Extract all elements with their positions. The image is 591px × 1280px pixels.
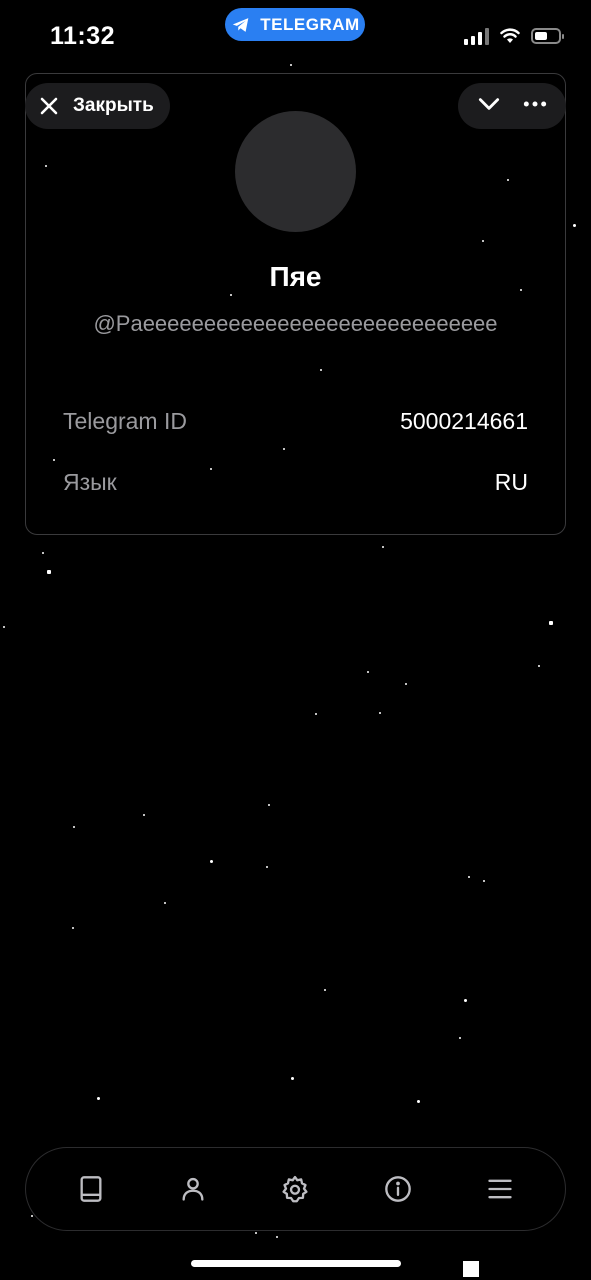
tab-settings[interactable] <box>270 1164 320 1214</box>
book-icon <box>80 1176 102 1202</box>
star <box>47 570 51 574</box>
more-button[interactable] <box>522 91 548 122</box>
close-button[interactable]: Закрыть <box>25 83 170 129</box>
wifi-icon <box>500 28 520 43</box>
star <box>483 880 485 882</box>
avatar <box>235 111 356 232</box>
star <box>464 999 467 1002</box>
star <box>549 621 553 625</box>
info-row-language: Язык RU <box>63 469 528 496</box>
telegram-pill-label: TELEGRAM <box>260 14 360 34</box>
close-button-label: Закрыть <box>73 95 154 116</box>
star <box>72 927 74 929</box>
star <box>291 1077 294 1080</box>
star <box>417 1100 420 1103</box>
star <box>42 552 44 554</box>
info-value: 5000214661 <box>400 408 528 434</box>
bottom-tab-bar <box>25 1147 566 1231</box>
star <box>379 712 381 714</box>
star <box>210 860 213 863</box>
star <box>538 665 540 667</box>
star <box>73 826 75 828</box>
star <box>268 804 270 806</box>
overlay-square <box>463 1261 479 1277</box>
info-label: Telegram ID <box>63 408 187 434</box>
star <box>266 866 268 868</box>
star <box>468 876 470 878</box>
star <box>459 1037 461 1039</box>
star <box>315 713 317 715</box>
star <box>276 1236 278 1238</box>
header-actions <box>458 83 566 129</box>
battery-fill <box>535 32 548 40</box>
menu-icon <box>488 1179 512 1199</box>
info-row-telegram-id: Telegram ID 5000214661 <box>63 408 528 435</box>
telegram-pill[interactable]: TELEGRAM <box>225 8 365 41</box>
more-dots-icon <box>523 101 547 106</box>
tab-profile[interactable] <box>168 1164 218 1214</box>
star <box>382 546 384 548</box>
star <box>367 671 369 673</box>
star <box>324 989 326 991</box>
close-icon <box>40 97 58 115</box>
star <box>31 1215 33 1217</box>
chevron-down-icon <box>478 97 500 110</box>
tab-menu[interactable] <box>475 1164 525 1214</box>
info-value: RU <box>494 469 528 495</box>
status-time: 11:32 <box>50 22 116 50</box>
info-label: Язык <box>63 469 117 495</box>
star <box>573 224 576 227</box>
user-icon <box>182 1177 204 1201</box>
status-icons <box>464 27 564 45</box>
gear-icon <box>282 1175 309 1203</box>
info-icon <box>384 1176 411 1202</box>
profile-username: @Paeeeeeeeeeeeeeeeeeeeeeeeeeeeee <box>93 311 498 336</box>
star <box>143 814 145 816</box>
star <box>164 902 166 904</box>
star <box>3 626 5 628</box>
battery-icon <box>531 28 564 44</box>
status-bar: 11:32 TELEGRAM <box>0 0 591 60</box>
cellular-signal-icon <box>464 27 489 45</box>
star <box>255 1232 257 1234</box>
telegram-icon <box>233 17 249 32</box>
tab-book[interactable] <box>66 1164 116 1214</box>
star <box>290 64 292 66</box>
profile-name: Пяе <box>269 261 322 292</box>
collapse-button[interactable] <box>476 91 502 122</box>
star <box>405 683 407 685</box>
tab-info[interactable] <box>373 1164 423 1214</box>
star <box>97 1097 100 1100</box>
home-indicator[interactable] <box>191 1260 401 1267</box>
